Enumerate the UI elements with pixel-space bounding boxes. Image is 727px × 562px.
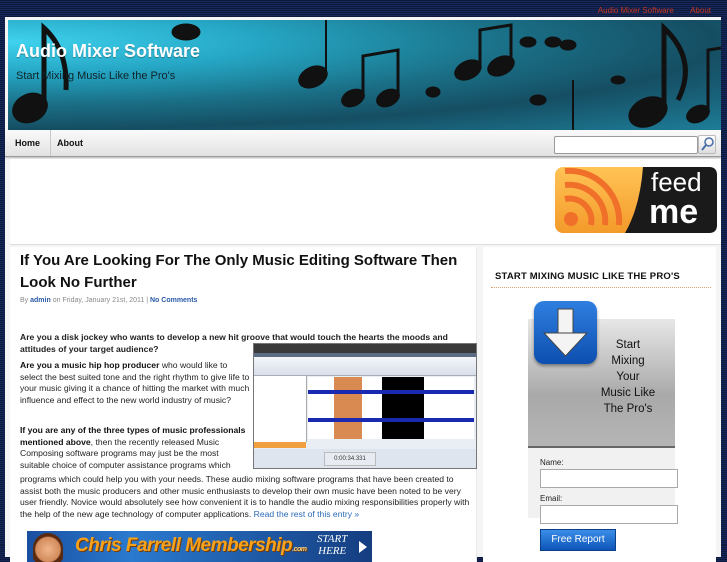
magnifier-icon xyxy=(701,137,714,151)
top-links: Audio Mixer Software About xyxy=(584,6,711,15)
post-paragraph-3-continued: programs which could help you with your … xyxy=(20,474,470,519)
post-paragraph-3: If you are any of the three types of mus… xyxy=(20,425,250,473)
post-meta: By admin on Friday, January 21st, 2011 |… xyxy=(20,297,197,304)
cta-line1: START xyxy=(317,533,348,545)
main-nav: Home About xyxy=(5,130,721,157)
site-title[interactable]: Audio Mixer Software xyxy=(16,41,200,62)
name-label: Name: xyxy=(540,458,564,467)
email-field[interactable] xyxy=(540,505,678,524)
widget-title: START MIXING MUSIC LIKE THE PRO'S xyxy=(495,271,680,282)
optin-line: Your xyxy=(616,371,640,383)
read-more-link[interactable]: Read the rest of this entry » xyxy=(254,509,360,519)
post-paragraph-2: Are you a music hip hop producer who wou… xyxy=(20,360,250,406)
banner-cta: START HERE xyxy=(317,533,347,557)
post-title[interactable]: If You Are Looking For The Only Music Ed… xyxy=(20,250,475,294)
email-label: Email: xyxy=(540,494,563,503)
meta-date: on Friday, January 21st, 2011 | xyxy=(50,297,150,304)
widget-divider xyxy=(491,287,711,288)
software-screenshot: 0:00:34.331 xyxy=(253,343,477,469)
banner-text: Chris Farrell Membership.com xyxy=(75,535,307,557)
arrow-right-icon xyxy=(359,541,367,553)
author-link[interactable]: admin xyxy=(30,297,51,304)
download-arrow-icon xyxy=(534,301,597,364)
nav-item-about[interactable]: About xyxy=(47,130,93,156)
me-text: me xyxy=(649,193,699,231)
feed-text: feed xyxy=(651,167,702,197)
toplink-about[interactable]: About xyxy=(690,6,711,15)
free-report-button[interactable]: Free Report xyxy=(540,529,616,551)
comments-link[interactable]: No Comments xyxy=(150,297,197,304)
search-button[interactable] xyxy=(698,135,716,154)
site-header: Audio Mixer Software Start Mixing Music … xyxy=(8,20,721,130)
main-content: If You Are Looking For The Only Music Ed… xyxy=(10,247,477,562)
p2-bold: Are you a music hip hop producer xyxy=(20,360,160,370)
meta-by: By xyxy=(20,297,31,304)
site-tagline: Start Mixing Music Like the Pro's xyxy=(16,70,176,82)
screenshot-time: 0:00:34.331 xyxy=(324,452,376,466)
cta-line2: HERE xyxy=(318,545,347,557)
toplink-audio-mixer-software[interactable]: Audio Mixer Software xyxy=(598,6,674,15)
chris-farrell-banner[interactable]: Chris Farrell Membership.com START HERE xyxy=(27,531,372,562)
nav-item-home[interactable]: Home xyxy=(5,130,52,156)
page-container: Audio Mixer Software Start Mixing Music … xyxy=(5,17,721,562)
name-field[interactable] xyxy=(540,469,678,488)
sidebar: START MIXING MUSIC LIKE THE PRO'S Start … xyxy=(483,247,716,562)
search-input[interactable] xyxy=(554,136,698,154)
banner-brand: Chris Farrell Membership xyxy=(75,535,293,556)
feed-me-badge[interactable]: feed me xyxy=(555,167,717,240)
optin-line: Music Like xyxy=(600,387,656,399)
banner-com: .com xyxy=(292,546,307,553)
optin-line: The Pro's xyxy=(603,403,653,415)
person-avatar xyxy=(33,533,63,562)
